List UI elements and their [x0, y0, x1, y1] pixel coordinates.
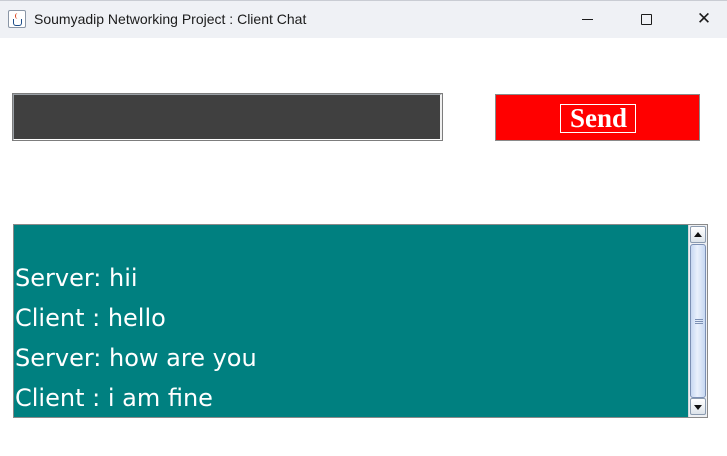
- chat-messages: Server: hii Client : hello Server: how a…: [15, 258, 685, 417]
- close-button[interactable]: ✕: [681, 1, 727, 38]
- chat-message: Client : hello: [15, 304, 166, 332]
- close-icon: ✕: [696, 9, 712, 29]
- window-titlebar[interactable]: Soumyadip Networking Project : Client Ch…: [0, 0, 727, 38]
- chat-message: Client : i am fine: [15, 384, 213, 412]
- send-button[interactable]: Send: [495, 94, 700, 141]
- minimize-button[interactable]: [565, 1, 611, 38]
- scroll-down-button[interactable]: [690, 398, 706, 415]
- vertical-scrollbar[interactable]: [688, 225, 707, 417]
- chat-message: Server: how are you: [15, 344, 257, 372]
- maximize-button[interactable]: [623, 1, 669, 38]
- scroll-thumb[interactable]: [690, 244, 706, 398]
- send-button-label: Send: [569, 103, 628, 133]
- chat-message: Server: hii: [15, 264, 138, 292]
- arrow-up-icon: [694, 232, 702, 237]
- grip-icon: [695, 319, 703, 324]
- java-app-icon: [8, 10, 26, 28]
- scroll-up-button[interactable]: [690, 226, 706, 243]
- minimize-icon: [582, 19, 593, 20]
- maximize-icon: [641, 14, 652, 25]
- chat-history[interactable]: Server: hii Client : hello Server: how a…: [13, 224, 708, 418]
- message-input[interactable]: [12, 93, 443, 141]
- arrow-down-icon: [694, 405, 702, 410]
- window-title: Soumyadip Networking Project : Client Ch…: [34, 11, 307, 27]
